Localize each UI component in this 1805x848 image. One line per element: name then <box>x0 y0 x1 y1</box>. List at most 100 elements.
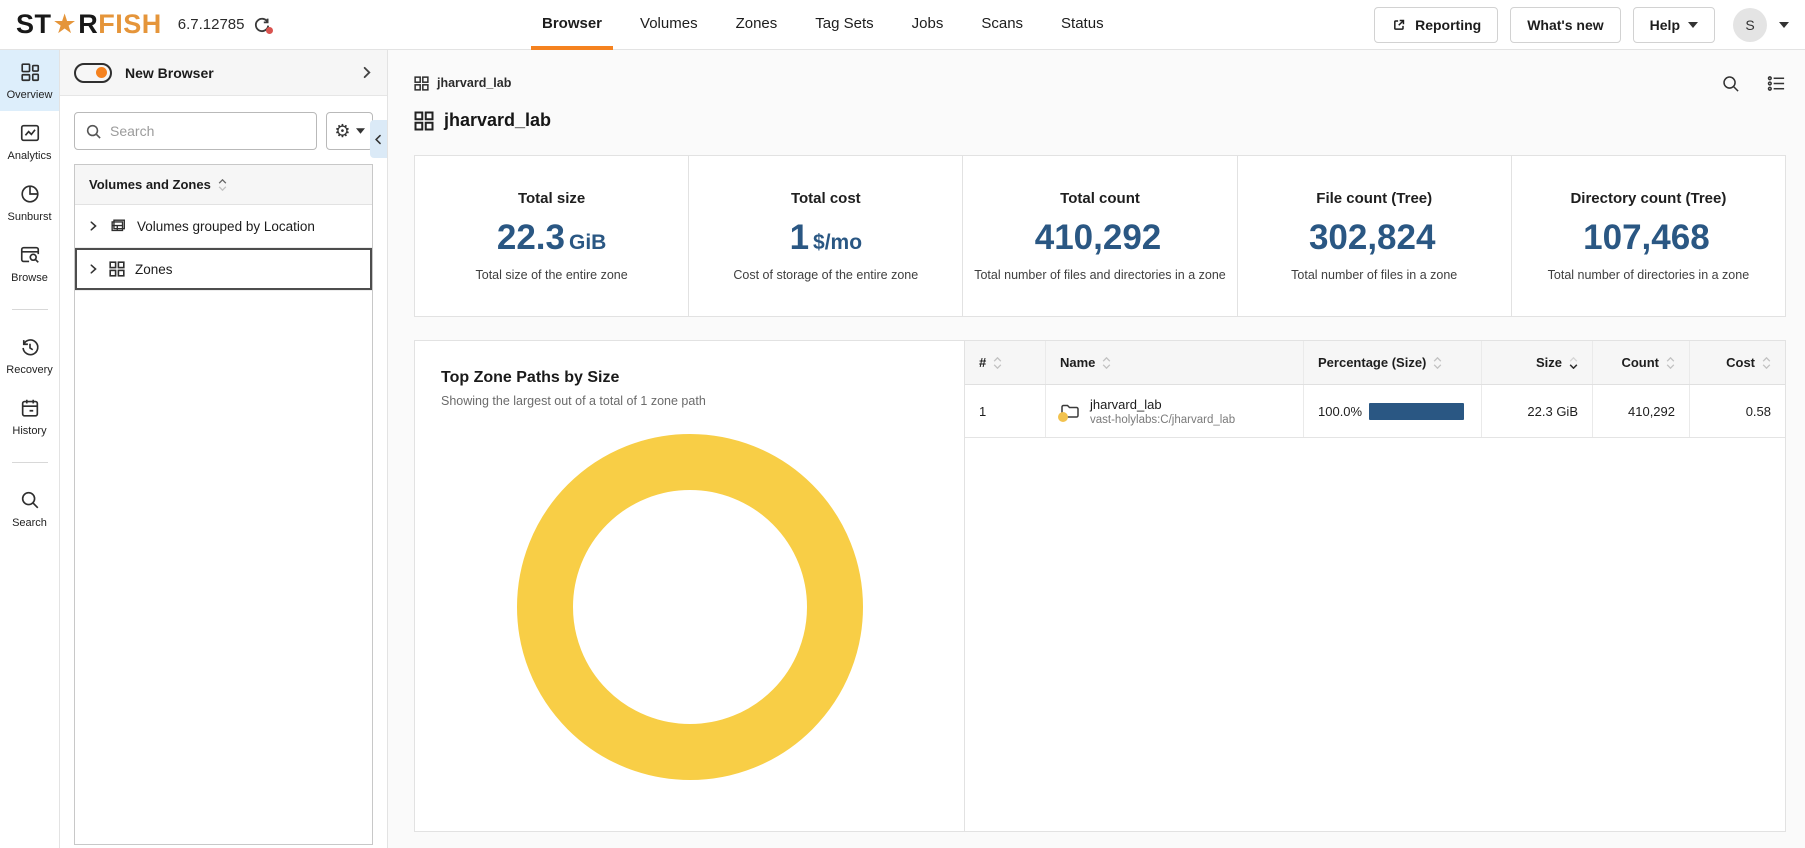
whats-new-label: What's new <box>1527 17 1603 33</box>
sort-icon <box>218 179 227 191</box>
reporting-label: Reporting <box>1415 17 1481 33</box>
help-button[interactable]: Help <box>1633 7 1715 43</box>
stat-directory-count-tree: Directory count (Tree) 107,468 Total num… <box>1511 156 1785 316</box>
sidebar-item-sunburst[interactable]: Sunburst <box>0 172 59 233</box>
table-row[interactable]: 1 jharvard_lab vast-holylabs:C/jharvard_… <box>965 385 1785 438</box>
user-avatar[interactable]: S <box>1733 8 1767 42</box>
tab-jobs[interactable]: Jobs <box>893 0 963 50</box>
col-header-cost[interactable]: Cost <box>1690 341 1785 384</box>
zone-name[interactable]: jharvard_lab <box>1090 397 1235 412</box>
tab-volumes[interactable]: Volumes <box>621 0 717 50</box>
sidebar-item-browse[interactable]: Browse <box>0 233 59 294</box>
chevron-right-icon[interactable] <box>87 263 99 275</box>
col-header-size[interactable]: Size <box>1482 341 1593 384</box>
sidebar-item-search[interactable]: Search <box>0 478 59 539</box>
stat-total-size: Total size 22.3GiB Total size of the ent… <box>415 156 688 316</box>
chart-subtitle: Showing the largest out of a total of 1 … <box>441 394 938 408</box>
chevron-left-icon <box>373 134 384 145</box>
refresh-status-icon[interactable] <box>253 16 271 34</box>
sidebar-label-overview: Overview <box>7 89 53 101</box>
stat-value: 107,468 <box>1583 220 1714 255</box>
new-browser-toggle[interactable] <box>74 63 112 83</box>
stat-desc: Total number of files and directories in… <box>974 268 1226 282</box>
sidebar-label-search: Search <box>12 517 47 529</box>
content-toolbar <box>1721 74 1786 93</box>
volumes-group-icon <box>109 217 127 235</box>
sort-icon <box>1762 357 1771 369</box>
search-icon <box>19 489 41 511</box>
cell-index: 1 <box>965 385 1046 437</box>
sidebar-label-history: History <box>12 425 46 437</box>
chevron-right-icon[interactable] <box>87 220 99 232</box>
sort-icon <box>993 357 1002 369</box>
stat-total-cost: Total cost 1$/mo Cost of storage of the … <box>688 156 962 316</box>
sidebar-label-sunburst: Sunburst <box>7 211 51 223</box>
chevron-down-icon <box>356 128 365 134</box>
stat-value: 302,824 <box>1309 220 1440 255</box>
tree-item-volumes-grouped-by-location[interactable]: Volumes grouped by Location <box>75 205 372 248</box>
col-header-name[interactable]: Name <box>1046 341 1304 384</box>
sunburst-icon <box>19 183 41 205</box>
sidebar-item-history[interactable]: History <box>0 386 59 447</box>
sidebar-label-recovery: Recovery <box>6 364 52 376</box>
external-link-icon <box>1391 17 1407 33</box>
col-header-index[interactable]: # <box>965 341 1046 384</box>
table-header-row: # Name Percentage (S <box>965 341 1785 385</box>
top-zone-paths-card: Top Zone Paths by Size Showing the large… <box>414 340 1786 832</box>
tab-tag-sets[interactable]: Tag Sets <box>796 0 892 50</box>
help-label: Help <box>1650 17 1680 33</box>
analytics-icon <box>19 122 41 144</box>
panel-search-input[interactable] <box>110 123 306 139</box>
cell-count: 410,292 <box>1593 385 1690 437</box>
cell-size: 22.3 GiB <box>1482 385 1593 437</box>
tab-browser[interactable]: Browser <box>523 0 621 50</box>
browse-icon <box>19 244 41 266</box>
cell-percentage: 100.0% <box>1304 385 1482 437</box>
tree-header-label: Volumes and Zones <box>89 177 211 192</box>
version-number: 6.7.12785 <box>178 16 245 33</box>
tree-item-zones[interactable]: Zones <box>75 248 372 291</box>
top-zone-paths-chart-pane: Top Zone Paths by Size Showing the large… <box>415 341 965 831</box>
sidebar-item-recovery[interactable]: Recovery <box>0 325 59 386</box>
cell-cost: 0.58 <box>1690 385 1785 437</box>
header-actions: Reporting What's new Help S <box>1374 7 1789 43</box>
whats-new-button[interactable]: What's new <box>1510 7 1620 43</box>
sidebar-item-overview[interactable]: Overview <box>0 50 59 111</box>
sidebar-label-browse: Browse <box>11 272 48 284</box>
search-icon[interactable] <box>1721 74 1740 93</box>
col-header-count[interactable]: Count <box>1593 341 1690 384</box>
sidebar-item-analytics[interactable]: Analytics <box>0 111 59 172</box>
column-settings-icon[interactable] <box>1767 74 1786 93</box>
stat-desc: Total size of the entire zone <box>476 268 628 282</box>
overview-icon <box>19 61 41 83</box>
zone-stats-card: Total size 22.3GiB Total size of the ent… <box>414 155 1786 317</box>
tab-zones[interactable]: Zones <box>717 0 797 50</box>
panel-expand-icon[interactable] <box>360 66 373 79</box>
stat-value: 22.3GiB <box>497 220 606 255</box>
percentage-label: 100.0% <box>1318 404 1362 419</box>
page-title: jharvard_lab <box>444 110 551 131</box>
avatar-chevron-down-icon[interactable] <box>1779 22 1789 28</box>
new-browser-label: New Browser <box>125 65 214 81</box>
col-header-percentage-size[interactable]: Percentage (Size) <box>1304 341 1482 384</box>
tab-status[interactable]: Status <box>1042 0 1123 50</box>
panel-collapse-tab[interactable] <box>370 120 387 158</box>
stat-value: 410,292 <box>1035 220 1166 255</box>
toggle-knob <box>96 67 107 78</box>
stat-label: Directory count (Tree) <box>1570 190 1726 207</box>
breadcrumb[interactable]: jharvard_lab <box>414 76 511 91</box>
tree-item-label: Zones <box>135 262 173 277</box>
breadcrumb-label: jharvard_lab <box>437 76 511 90</box>
app-header: ST★RFISH 6.7.12785 Browser Volumes Zones… <box>0 0 1805 50</box>
stat-label: Total cost <box>791 190 861 207</box>
tree-header[interactable]: Volumes and Zones <box>75 165 372 205</box>
reporting-button[interactable]: Reporting <box>1374 7 1498 43</box>
stat-label: Total count <box>1060 190 1140 207</box>
zone-path: vast-holylabs:C/jharvard_lab <box>1090 414 1235 426</box>
stat-label: Total size <box>518 190 585 207</box>
panel-settings-button[interactable]: ⚙ <box>326 112 373 150</box>
donut-chart[interactable] <box>517 434 863 780</box>
refresh-alert-dot <box>266 27 273 34</box>
stat-label: File count (Tree) <box>1316 190 1432 207</box>
tab-scans[interactable]: Scans <box>962 0 1042 50</box>
